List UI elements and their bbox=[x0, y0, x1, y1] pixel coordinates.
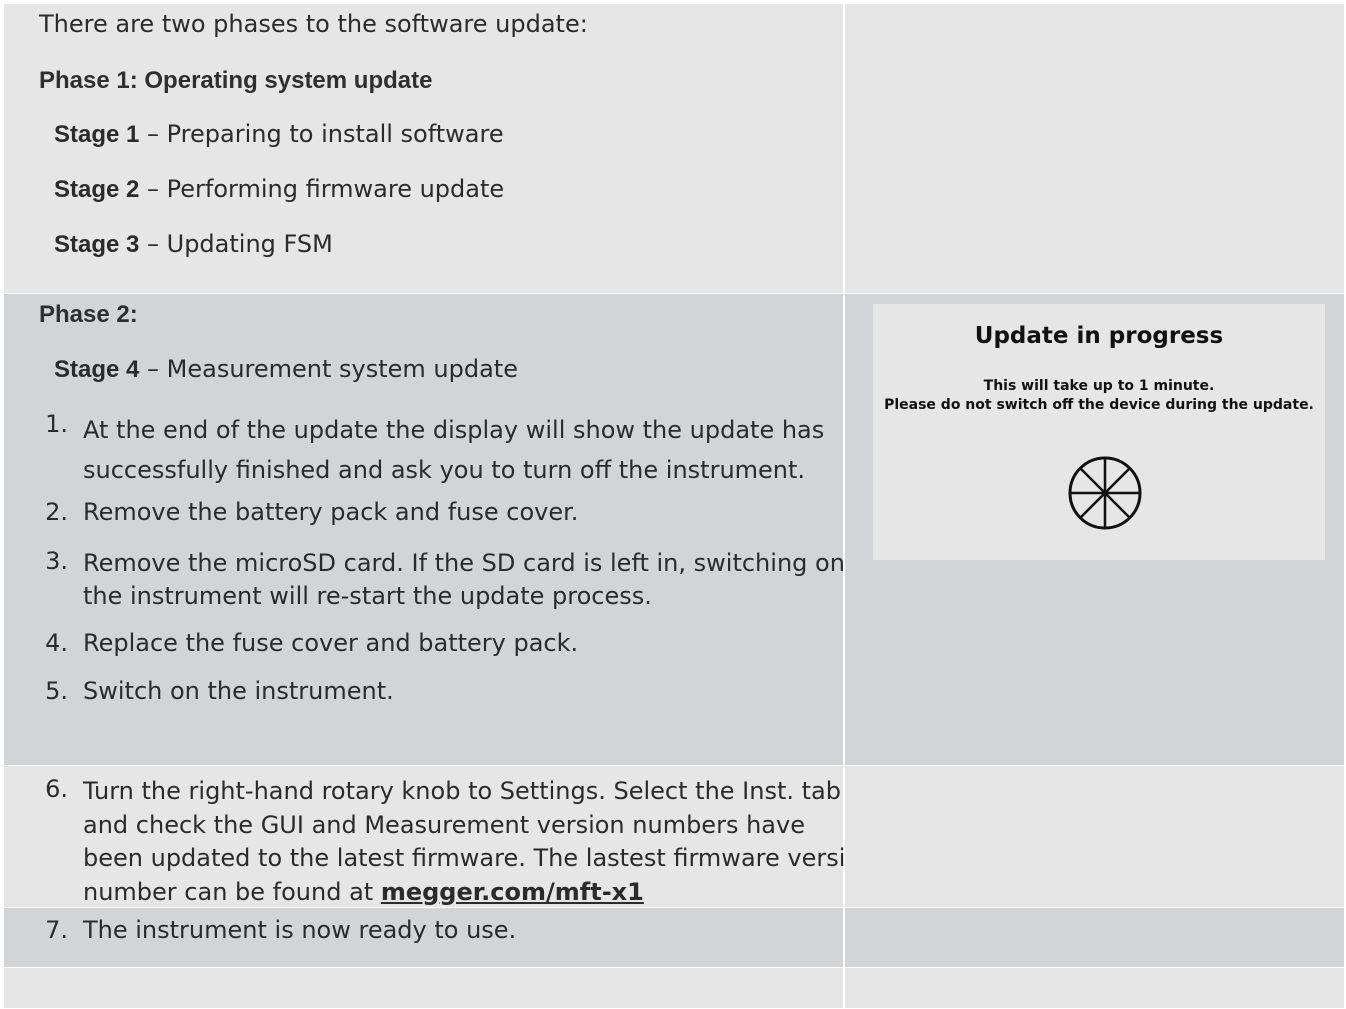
empty-cell bbox=[845, 908, 1344, 967]
stage-desc: – Measurement system update bbox=[139, 355, 518, 383]
step-5: Switch on the instrument. bbox=[83, 677, 843, 705]
empty-cell bbox=[4, 968, 843, 1008]
step-line: At the end of the update the display wil… bbox=[83, 416, 825, 444]
megger-link[interactable]: megger.com/mft-x1 bbox=[381, 878, 644, 906]
stage-1: Stage 1 – Preparing to install software bbox=[54, 120, 504, 149]
screen-line-2: Please do not switch off the device duri… bbox=[884, 397, 1314, 413]
step7-cell: 7. The instrument is now ready to use. bbox=[4, 908, 843, 967]
screen-line-1: This will take up to 1 minute. bbox=[983, 378, 1215, 394]
step-line: Turn the right-hand rotary knob to Setti… bbox=[83, 777, 841, 805]
step-line: Remove the battery pack and fuse cover. bbox=[83, 498, 579, 526]
stage-desc: – Updating FSM bbox=[139, 230, 333, 258]
step-number: 5. bbox=[45, 677, 68, 705]
progress-wheel-icon bbox=[1068, 456, 1142, 530]
stage-4: Stage 4 – Measurement system update bbox=[54, 355, 518, 384]
phase1-heading: Phase 1: Operating system update bbox=[39, 67, 433, 94]
step-1: At the end of the update the display wil… bbox=[83, 410, 843, 490]
stage-3: Stage 3 – Updating FSM bbox=[54, 230, 333, 259]
table-row bbox=[4, 968, 1344, 1009]
empty-cell bbox=[845, 968, 1344, 1008]
table-row: 7. The instrument is now ready to use. bbox=[4, 908, 1344, 968]
step-line: successfully finished and ask you to tur… bbox=[83, 456, 806, 484]
step-number: 4. bbox=[45, 629, 68, 657]
step-line: the instrument will re-start the update … bbox=[83, 582, 652, 610]
step-line: Replace the fuse cover and battery pack. bbox=[83, 629, 579, 657]
update-screen-image: Update in progress This will take up to … bbox=[873, 304, 1325, 560]
step-number: 3. bbox=[45, 547, 68, 575]
step-4: Replace the fuse cover and battery pack. bbox=[83, 629, 843, 657]
screen-title: Update in progress bbox=[974, 323, 1224, 349]
stage-label: Stage 3 bbox=[54, 231, 140, 258]
step-line: been updated to the latest firmware. The… bbox=[83, 844, 876, 872]
table-row: 6. Turn the right-hand rotary knob to Se… bbox=[4, 766, 1344, 908]
stage-label: Stage 4 bbox=[54, 356, 140, 383]
table-row: There are two phases to the software upd… bbox=[4, 4, 1344, 294]
link-prefix: number can be found at bbox=[83, 877, 381, 906]
step-7: The instrument is now ready to use. bbox=[83, 916, 843, 944]
step-line: number can be found at megger.com/mft-x1 bbox=[83, 876, 843, 910]
step-line: The instrument is now ready to use. bbox=[83, 916, 517, 944]
intro-text: There are two phases to the software upd… bbox=[39, 10, 588, 38]
step-6: Turn the right-hand rotary knob to Setti… bbox=[83, 775, 876, 910]
stage-desc: – Preparing to install software bbox=[139, 120, 504, 148]
step-number: 1. bbox=[45, 410, 68, 438]
step-line: Switch on the instrument. bbox=[83, 677, 394, 705]
step-number: 7. bbox=[45, 916, 68, 944]
stage-label: Stage 2 bbox=[54, 176, 140, 203]
stage-2: Stage 2 – Performing firmware update bbox=[54, 175, 504, 204]
step-line: and check the GUI and Measurement versio… bbox=[83, 810, 805, 839]
empty-cell bbox=[845, 766, 1344, 907]
step-number: 6. bbox=[45, 775, 68, 803]
step-3: Remove the microSD card. If the SD card … bbox=[83, 547, 845, 613]
step-number: 2. bbox=[45, 498, 68, 526]
screen-message: This will take up to 1 minute. Please do… bbox=[873, 377, 1325, 415]
step-2: Remove the battery pack and fuse cover. bbox=[83, 498, 843, 526]
step-line: Remove the microSD card. If the SD card … bbox=[83, 549, 845, 577]
phase1-cell: There are two phases to the software upd… bbox=[4, 4, 843, 293]
phase2-heading: Phase 2: bbox=[39, 301, 138, 328]
phase2-cell: Phase 2: Stage 4 – Measurement system up… bbox=[4, 294, 845, 765]
step6-cell: 6. Turn the right-hand rotary knob to Se… bbox=[4, 766, 876, 910]
empty-cell bbox=[845, 4, 1344, 293]
stage-label: Stage 1 bbox=[54, 121, 140, 148]
stage-desc: – Performing firmware update bbox=[139, 175, 505, 203]
